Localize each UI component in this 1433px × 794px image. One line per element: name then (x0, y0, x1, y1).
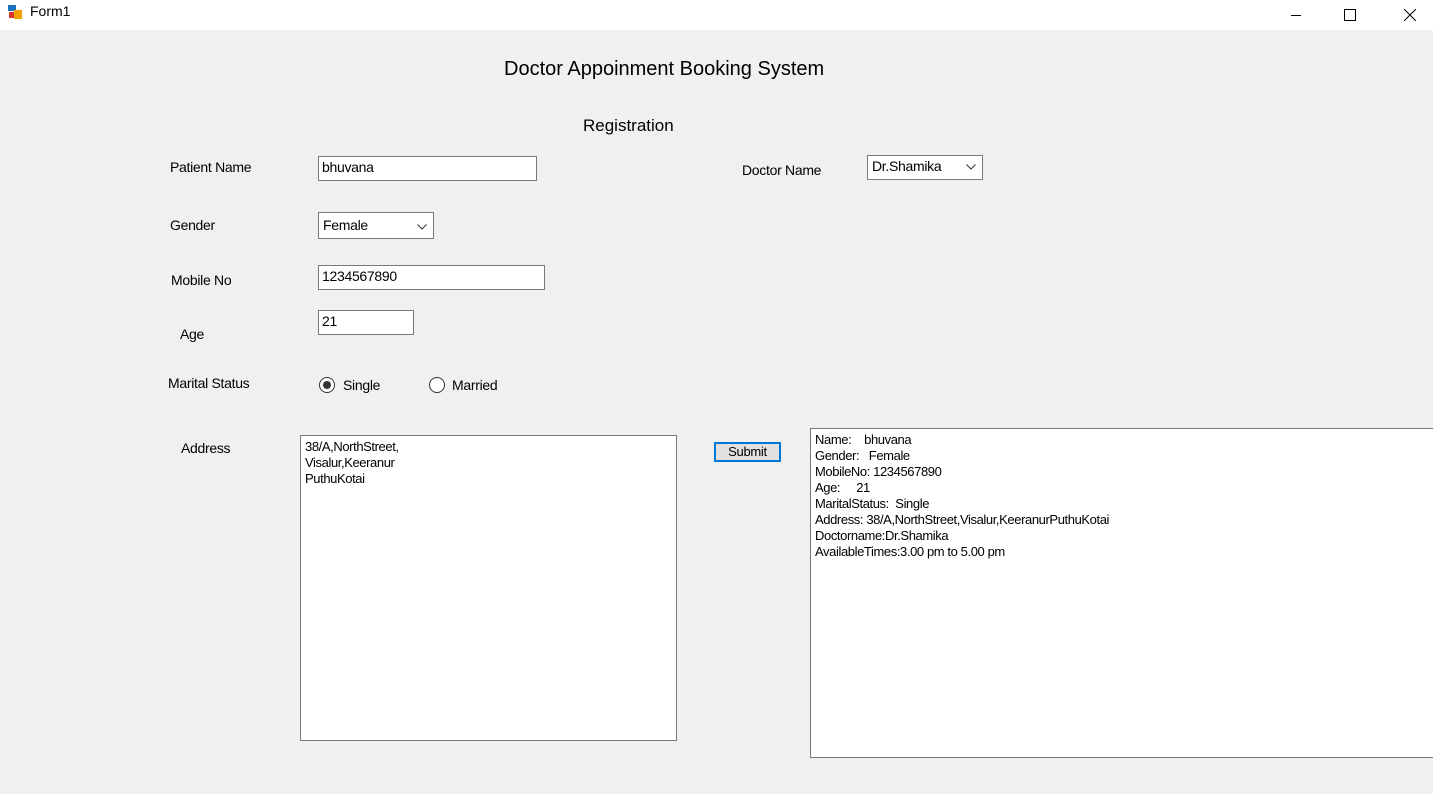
output-line: Gender: Female (815, 448, 910, 463)
minimize-button[interactable] (1273, 0, 1319, 30)
gender-select[interactable]: Female (318, 212, 434, 239)
doctor-name-select[interactable]: Dr.Shamika (867, 155, 983, 180)
marital-status-label: Marital Status (168, 375, 250, 391)
radio-single-label: Single (343, 377, 381, 393)
output-line: AvailableTimes:3.00 pm to 5.00 pm (815, 544, 1005, 559)
age-label: Age (180, 326, 205, 342)
address-textarea[interactable]: 38/A,NorthStreet, Visalur,Keeranur Puthu… (300, 435, 677, 741)
radio-single[interactable]: Single (318, 376, 388, 396)
address-label: Address (181, 440, 231, 456)
output-line: Name: bhuvana (815, 432, 912, 447)
radio-married-label: Married (452, 377, 498, 393)
maximize-icon (1344, 9, 1356, 21)
address-line: 38/A,NorthStreet, (305, 439, 399, 454)
output-line: Age: 21 (815, 480, 870, 495)
mobile-label: Mobile No (171, 272, 232, 288)
app-icon (8, 5, 22, 19)
close-icon (1404, 9, 1416, 21)
output-line: MobileNo: 1234567890 (815, 464, 942, 479)
age-input[interactable]: 21 (318, 310, 414, 335)
minimize-icon (1291, 15, 1301, 16)
radio-married-indicator[interactable] (429, 377, 445, 393)
output-line: Address: 38/A,NorthStreet,Visalur,Keeran… (815, 512, 1110, 527)
output-line: Doctorname:Dr.Shamika (815, 528, 949, 543)
address-line: Visalur,Keeranur (305, 455, 395, 470)
output-line: MaritalStatus: Single (815, 496, 930, 511)
section-title: Registration (583, 116, 674, 135)
window-title: Form1 (30, 3, 71, 19)
output-textarea[interactable]: Name: bhuvana Gender: Female MobileNo: 1… (810, 428, 1433, 758)
patient-name-label: Patient Name (170, 159, 252, 175)
page-title: Doctor Appoinment Booking System (504, 58, 825, 80)
doctor-name-value: Dr.Shamika (872, 158, 942, 174)
chevron-down-icon (417, 224, 427, 230)
maximize-button[interactable] (1327, 0, 1373, 30)
close-button[interactable] (1387, 0, 1433, 30)
chevron-down-icon (966, 164, 976, 170)
submit-button[interactable]: Submit (714, 442, 781, 462)
doctor-name-label: Doctor Name (742, 162, 822, 178)
window-title-bar[interactable]: Form1 (0, 0, 1433, 30)
address-line: PuthuKotai (305, 471, 365, 486)
radio-single-indicator[interactable] (319, 377, 335, 393)
gender-value: Female (323, 217, 368, 233)
mobile-input[interactable]: 1234567890 (318, 265, 545, 290)
patient-name-input[interactable]: bhuvana (318, 156, 537, 181)
radio-married[interactable]: Married (428, 376, 503, 396)
gender-label: Gender (170, 217, 215, 233)
